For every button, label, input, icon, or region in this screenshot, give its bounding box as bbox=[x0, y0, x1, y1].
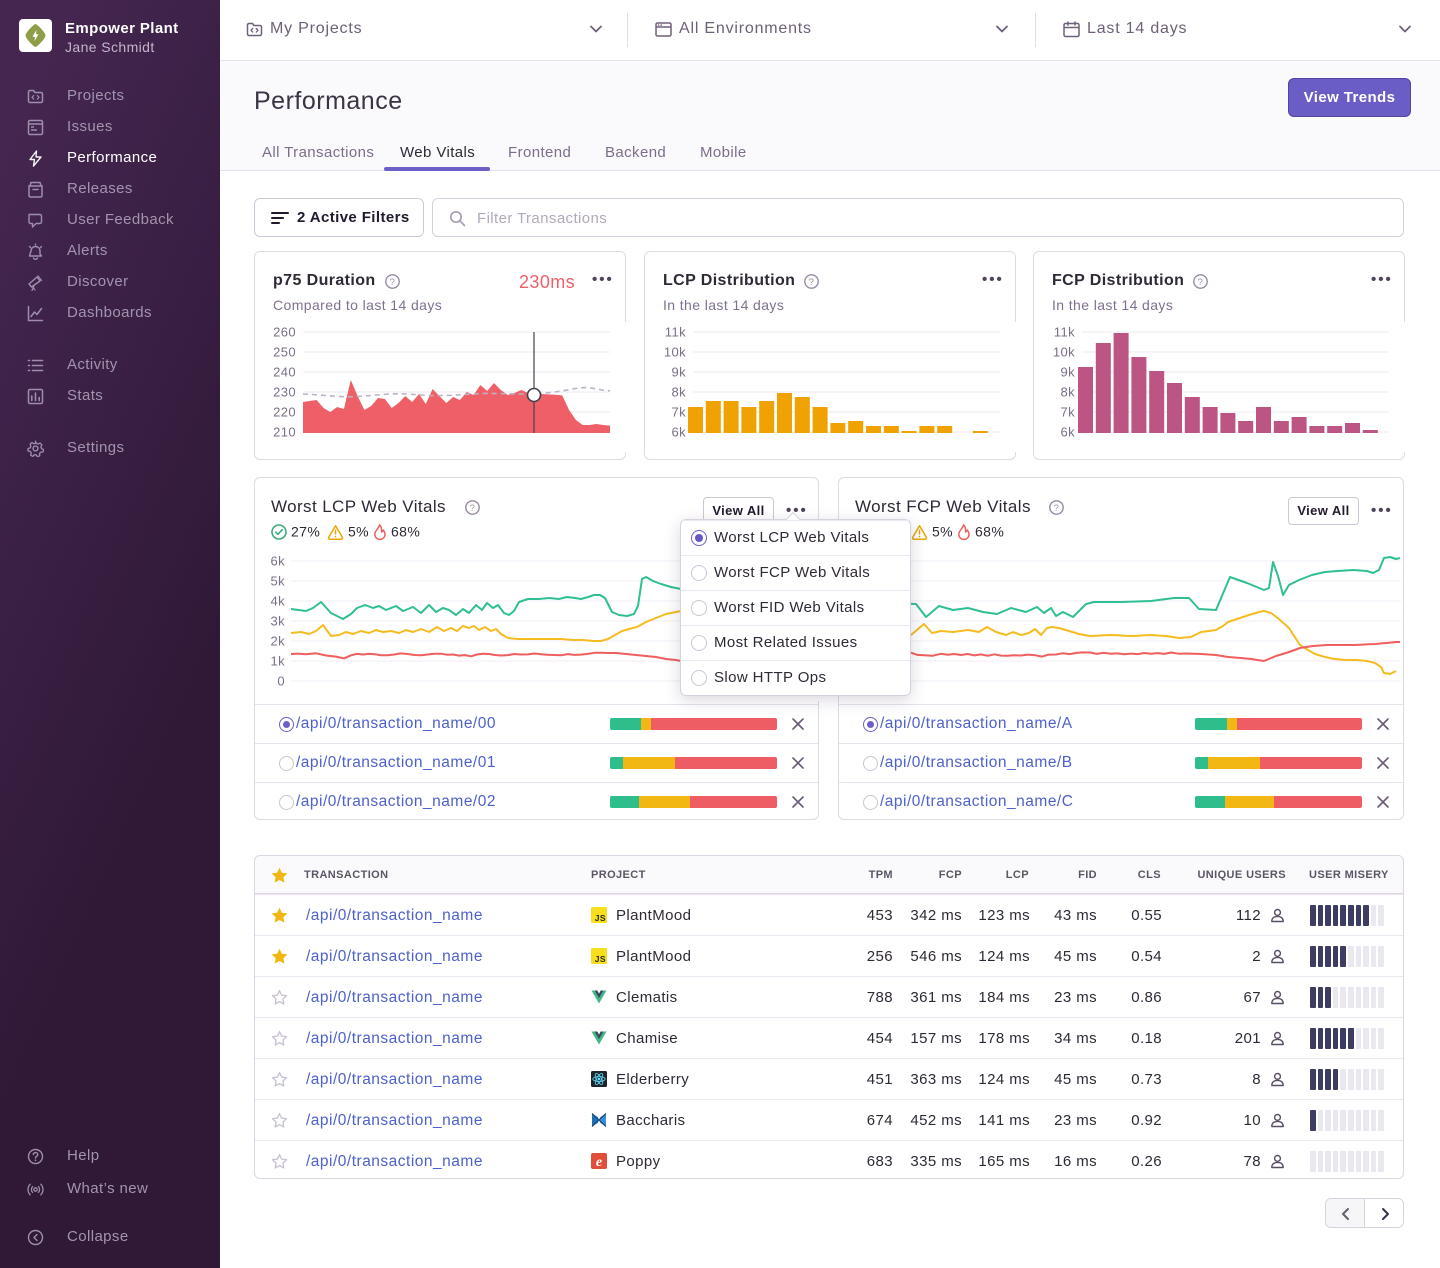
svg-text:e: e bbox=[596, 1155, 603, 1169]
svg-text:6k: 6k bbox=[671, 425, 686, 440]
svg-text:5k: 5k bbox=[270, 574, 285, 589]
svg-text:11k: 11k bbox=[1054, 325, 1075, 340]
svg-text:JS: JS bbox=[595, 954, 606, 964]
svg-text:?: ? bbox=[1198, 277, 1204, 288]
svg-text:7k: 7k bbox=[671, 405, 686, 420]
svg-text:10k: 10k bbox=[664, 345, 686, 360]
svg-text:210: 210 bbox=[273, 425, 296, 440]
svg-text:?: ? bbox=[809, 277, 815, 288]
svg-text:1k: 1k bbox=[270, 654, 285, 669]
svg-text:9k: 9k bbox=[1060, 365, 1075, 380]
svg-text:230: 230 bbox=[273, 385, 296, 400]
svg-text:260: 260 bbox=[273, 325, 296, 340]
svg-text:3k: 3k bbox=[270, 614, 285, 629]
svg-text:11k: 11k bbox=[665, 325, 686, 340]
svg-text:5%: 5% bbox=[348, 524, 369, 540]
svg-text:4k: 4k bbox=[270, 594, 285, 609]
svg-text:0: 0 bbox=[277, 674, 285, 689]
svg-text:7k: 7k bbox=[1060, 405, 1075, 420]
svg-text:8k: 8k bbox=[1060, 385, 1075, 400]
svg-text:240: 240 bbox=[273, 365, 296, 380]
svg-text:220: 220 bbox=[273, 405, 296, 420]
svg-text:6k: 6k bbox=[1060, 425, 1075, 440]
svg-text:250: 250 bbox=[273, 345, 296, 360]
svg-text:68%: 68% bbox=[975, 524, 1004, 540]
svg-text:?: ? bbox=[470, 503, 476, 514]
svg-text:JS: JS bbox=[595, 913, 606, 923]
svg-text:6k: 6k bbox=[270, 554, 285, 569]
svg-text:27%: 27% bbox=[291, 524, 320, 540]
svg-text:10k: 10k bbox=[1053, 345, 1075, 360]
svg-text:?: ? bbox=[1054, 503, 1060, 514]
svg-text:9k: 9k bbox=[671, 365, 686, 380]
svg-text:?: ? bbox=[390, 277, 396, 288]
svg-text:68%: 68% bbox=[391, 524, 420, 540]
svg-text:8k: 8k bbox=[671, 385, 686, 400]
svg-text:5%: 5% bbox=[932, 524, 953, 540]
svg-text:2k: 2k bbox=[270, 634, 285, 649]
